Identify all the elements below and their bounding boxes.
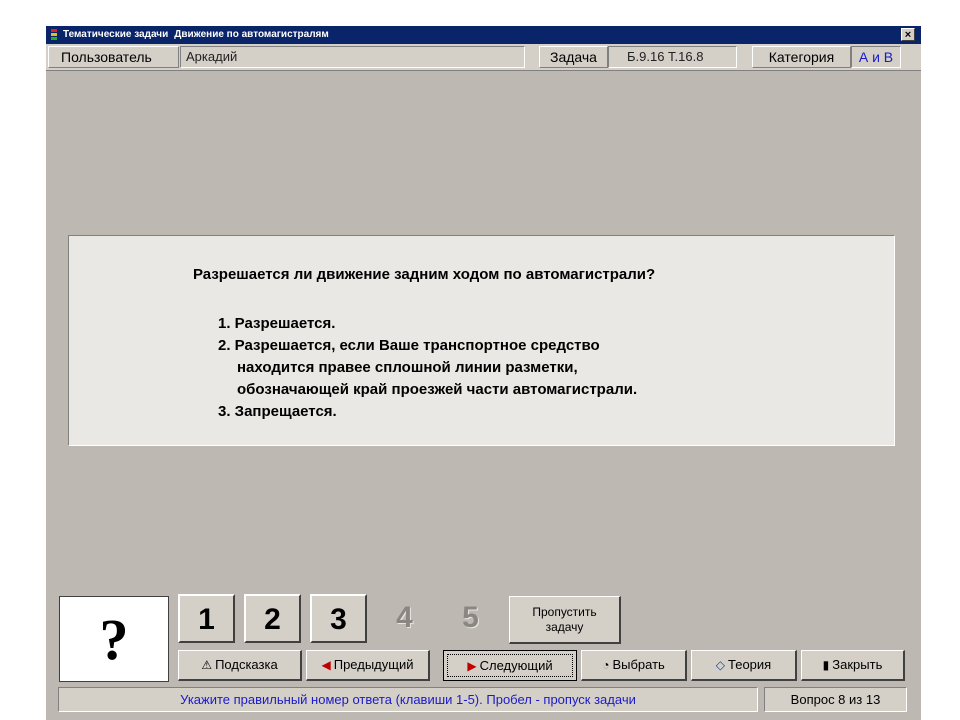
answer-button-2[interactable]: 2: [244, 594, 301, 643]
app-window: Тематические задачи Движение по автомагис…: [46, 26, 921, 720]
answer-option-3: 3. Запрещается.: [218, 403, 337, 420]
theory-button[interactable]: ◇ Теория: [691, 650, 797, 681]
category-value: А и В: [851, 46, 901, 68]
next-focus-frame: ▶ Следующий: [447, 654, 573, 677]
next-button[interactable]: ▶ Следующий: [443, 650, 577, 681]
question-panel: Разрешается ли движение задним ходом по …: [68, 235, 895, 446]
arrow-right-icon: ▶: [467, 659, 477, 673]
skip-label-line-2: задачу: [545, 620, 584, 634]
user-label: Пользователь: [48, 46, 179, 68]
arrow-left-icon: ◀: [321, 658, 331, 672]
hint-label: Подсказка: [215, 657, 278, 672]
answer-option-1: 1. Разрешается.: [218, 315, 336, 332]
next-label: Следующий: [479, 658, 553, 673]
answer-option-2-line-2: находится правее сплошной линии разметки…: [237, 359, 578, 376]
exit-door-icon: ▮: [822, 658, 830, 672]
window-title-main: Тематические задачи: [63, 29, 169, 40]
question-text: Разрешается ли движение задним ходом по …: [193, 266, 656, 283]
user-value: Аркадий: [180, 46, 525, 68]
choose-button[interactable]: ◔ Выбрать: [581, 650, 687, 681]
skip-label-line-1: Пропустить: [532, 605, 597, 619]
status-hint: Укажите правильный номер ответа (клавиши…: [58, 687, 758, 712]
answer-button-4: 4: [396, 601, 413, 634]
question-counter: Вопрос 8 из 13: [764, 687, 907, 712]
title-bar: Тематические задачи Движение по автомагис…: [46, 26, 921, 44]
traffic-light-icon: [51, 29, 57, 41]
close-window-button[interactable]: ×: [901, 28, 915, 41]
warning-icon: ⚠: [201, 658, 213, 672]
close-button[interactable]: ▮ Закрыть: [801, 650, 905, 681]
hint-button[interactable]: ⚠ Подсказка: [178, 650, 302, 681]
previous-label: Предыдущий: [333, 657, 414, 672]
answer-indicator: ?: [59, 596, 169, 682]
previous-button[interactable]: ◀ Предыдущий: [306, 650, 430, 681]
answer-option-2: 2. Разрешается, если Ваше транспортное с…: [218, 337, 600, 354]
window-title-section: Движение по автомагистралям: [174, 29, 329, 40]
info-bar: Пользователь Аркадий Задача Б.9.16 Т.16.…: [46, 44, 921, 71]
category-label: Категория: [752, 46, 851, 68]
answer-button-5: 5: [462, 601, 479, 634]
answer-button-3[interactable]: 3: [310, 594, 367, 643]
close-label: Закрыть: [832, 657, 883, 672]
answer-list: 1. Разрешается. 2. Разрешается, если Ваш…: [218, 313, 637, 423]
answer-button-1[interactable]: 1: [178, 594, 235, 643]
choose-label: Выбрать: [612, 657, 665, 672]
choose-icon: ◔: [602, 658, 610, 672]
theory-label: Теория: [728, 657, 772, 672]
answer-option-2-line-3: обозначающей край проезжей части автомаг…: [237, 381, 638, 398]
task-label: Задача: [539, 46, 608, 68]
window-title: Тематические задачи Движение по автомагис…: [63, 26, 329, 44]
skip-task-button[interactable]: Пропустить задачу: [509, 596, 621, 644]
task-value: Б.9.16 Т.16.8: [608, 46, 737, 68]
theory-icon: ◇: [715, 658, 726, 672]
